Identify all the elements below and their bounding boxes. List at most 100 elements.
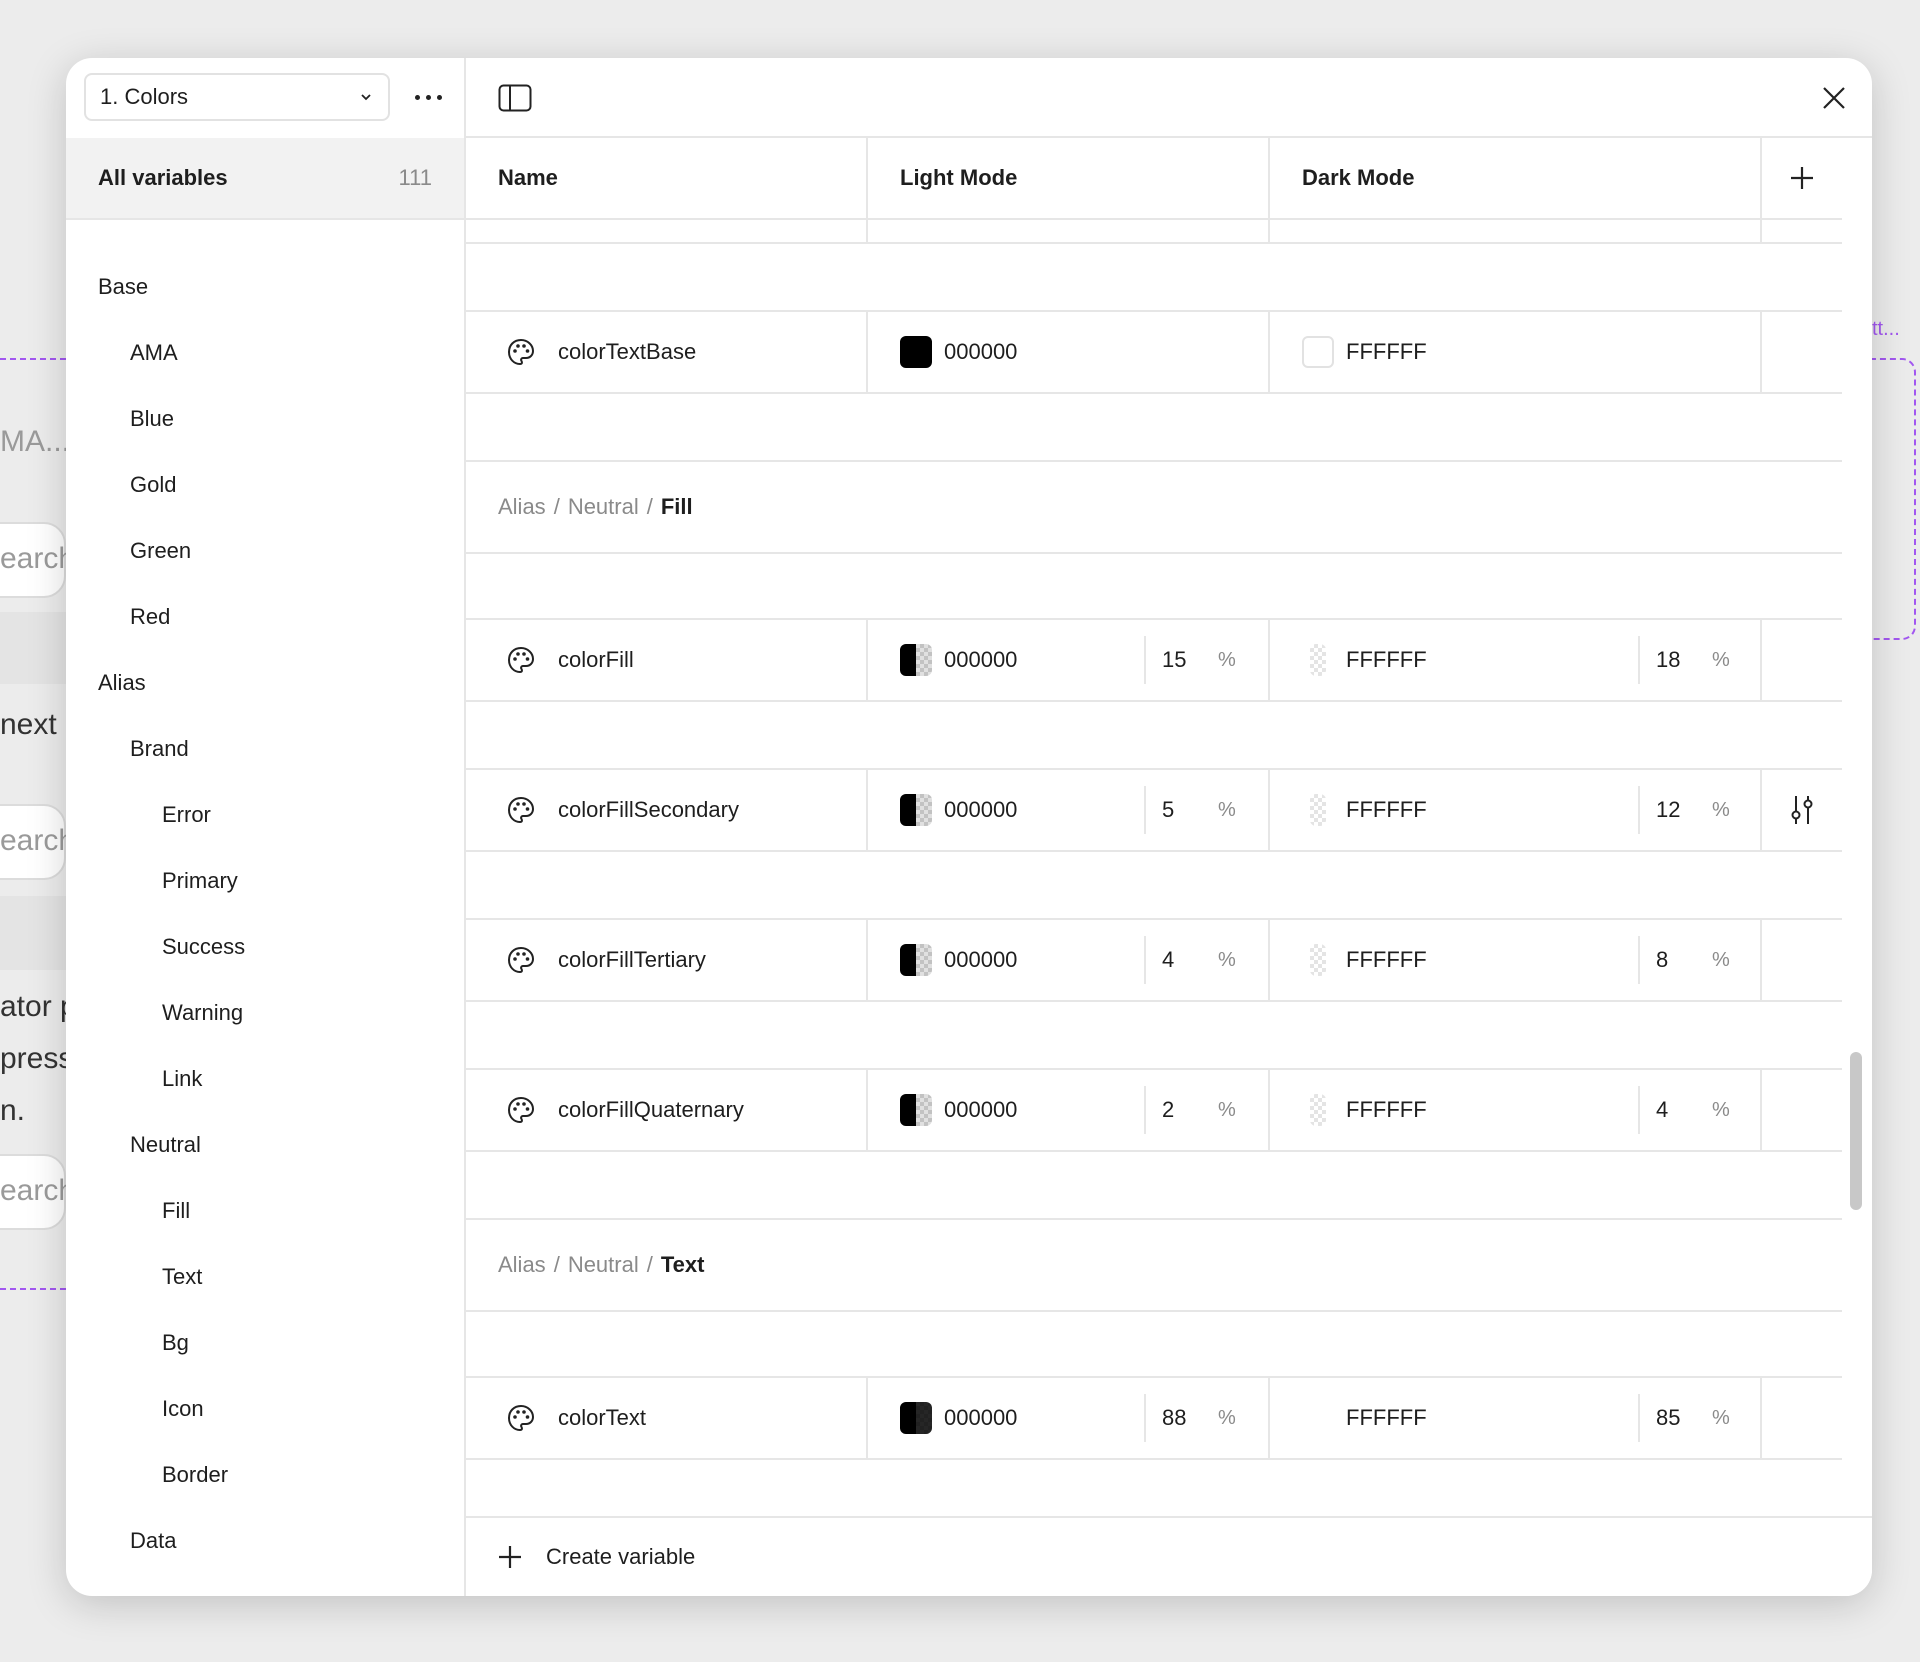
table-row[interactable]: colorFillTertiary 000000 4% FFFFFF 8% — [466, 920, 1842, 1002]
table-row[interactable]: colorFillSecondary 000000 5% FFFFFF 12% — [466, 770, 1842, 852]
more-icon-dot — [436, 94, 442, 100]
variable-name-cell[interactable]: colorFill — [466, 620, 868, 700]
color-swatch[interactable] — [1302, 336, 1334, 368]
color-swatch[interactable] — [1310, 944, 1326, 976]
opacity-field[interactable]: 85% — [1638, 1394, 1758, 1442]
dark-value-cell[interactable]: FFFFFF — [1270, 312, 1762, 392]
close-icon[interactable] — [1818, 82, 1850, 114]
row-actions — [1762, 312, 1842, 392]
tree-item-red[interactable]: Red — [66, 584, 464, 650]
color-swatch[interactable] — [1310, 794, 1326, 826]
tree-item-fill[interactable]: Fill — [66, 1178, 464, 1244]
add-mode-button[interactable] — [1762, 138, 1842, 218]
tree-item-green[interactable]: Green — [66, 518, 464, 584]
color-swatch[interactable] — [900, 944, 932, 976]
hex-value: FFFFFF — [1346, 339, 1427, 364]
variable-name-cell[interactable]: colorFillSecondary — [466, 770, 868, 850]
column-header-light-mode[interactable]: Light Mode — [868, 138, 1270, 218]
light-value-cell[interactable]: 000000 15% — [868, 620, 1270, 700]
color-swatch[interactable] — [900, 794, 932, 826]
dark-value-cell[interactable]: FFFFFF 18% — [1270, 620, 1762, 700]
light-value-cell[interactable]: 000000 4% — [868, 920, 1270, 1000]
opacity-value: 8 — [1656, 947, 1669, 972]
hex-value: FFFFFF — [1346, 1097, 1427, 1122]
group-path-part: Neutral — [567, 494, 639, 519]
tree-item-brand[interactable]: Brand — [66, 716, 464, 782]
tree-item-link[interactable]: Link — [66, 1046, 464, 1112]
dark-value-cell[interactable]: FFFFFF 8% — [1270, 920, 1762, 1000]
tree-item-base[interactable]: Base — [66, 254, 464, 320]
tree-item-error[interactable]: Error — [66, 782, 464, 848]
opacity-field[interactable]: 88% — [1144, 1394, 1264, 1442]
opacity-field[interactable]: 18% — [1638, 636, 1758, 684]
opacity-field[interactable]: 12% — [1638, 786, 1758, 834]
color-swatch[interactable] — [900, 1094, 932, 1126]
tree-item-text[interactable]: Text — [66, 1244, 464, 1310]
create-variable-button[interactable]: Create variable — [466, 1516, 1872, 1596]
variable-name-cell[interactable]: colorTextBase — [466, 312, 868, 392]
opacity-field[interactable]: 4% — [1638, 1086, 1758, 1134]
palette-icon — [507, 796, 535, 824]
dark-value-cell[interactable]: FFFFFF 4% — [1270, 1070, 1762, 1150]
tree-item-alias[interactable]: Alias — [66, 650, 464, 716]
tree-item-gold[interactable]: Gold — [66, 452, 464, 518]
opacity-field[interactable]: 5% — [1144, 786, 1264, 834]
palette-icon — [507, 946, 535, 974]
tree-item-icon[interactable]: Icon — [66, 1376, 464, 1442]
color-swatch[interactable] — [1310, 1094, 1326, 1126]
light-value-cell[interactable]: 000000 2% — [868, 1070, 1270, 1150]
variable-name: colorText — [558, 1405, 647, 1430]
variable-name-cell[interactable]: colorFillQuaternary — [466, 1070, 868, 1150]
more-options-button[interactable] — [408, 78, 448, 116]
group-title: Alias / Neutral / Text — [466, 1220, 1842, 1312]
row-actions — [1762, 770, 1842, 850]
opacity-field[interactable]: 15% — [1144, 636, 1264, 684]
light-value-cell[interactable]: 000000 5% — [868, 770, 1270, 850]
tree-item-warning[interactable]: Warning — [66, 980, 464, 1046]
column-header-dark-mode[interactable]: Dark Mode — [1270, 138, 1762, 218]
group-title: Alias / Neutral / Fill — [466, 462, 1842, 554]
sidebar-toggle-icon[interactable] — [498, 84, 532, 112]
opacity-field[interactable]: 2% — [1144, 1086, 1264, 1134]
color-swatch[interactable] — [1310, 644, 1326, 676]
opacity-field[interactable]: 8% — [1638, 936, 1758, 984]
all-variables-label: All variables — [98, 165, 228, 190]
group-path-separator: / — [646, 1252, 653, 1277]
variable-name: colorFill — [558, 647, 634, 672]
table-row[interactable]: colorFillQuaternary 000000 2% FFFFFF 4% — [466, 1070, 1842, 1152]
percent-sign: % — [1712, 1098, 1730, 1121]
variable-name-cell[interactable]: colorFillTertiary — [466, 920, 868, 1000]
color-swatch[interactable] — [900, 1402, 932, 1434]
hex-value: FFFFFF — [1346, 1405, 1427, 1430]
light-value-cell[interactable]: 000000 — [868, 312, 1270, 392]
adjust-icon[interactable] — [1787, 794, 1817, 826]
tree-item-primary[interactable]: Primary — [66, 848, 464, 914]
color-swatch[interactable] — [1310, 1402, 1326, 1434]
row-actions — [1762, 620, 1842, 700]
bg-text: n. — [0, 1094, 26, 1127]
all-variables-item[interactable]: All variables 111 — [66, 138, 464, 220]
opacity-value: 18 — [1656, 647, 1681, 672]
variable-name-cell[interactable]: colorText — [466, 1378, 868, 1458]
table-row[interactable]: colorTextBase 000000 FFFFFF — [466, 312, 1842, 394]
color-swatch[interactable] — [900, 336, 932, 368]
dark-value-cell[interactable]: FFFFFF 85% — [1270, 1378, 1762, 1458]
tree-item-success[interactable]: Success — [66, 914, 464, 980]
opacity-value: 15 — [1162, 647, 1187, 672]
light-value-cell[interactable]: 000000 88% — [868, 1378, 1270, 1458]
tree-item-bg[interactable]: Bg — [66, 1310, 464, 1376]
opacity-field[interactable]: 4% — [1144, 936, 1264, 984]
table-row[interactable]: colorFill 000000 15% FFFFFF 18% — [466, 620, 1842, 702]
tree-item-neutral[interactable]: Neutral — [66, 1112, 464, 1178]
color-swatch[interactable] — [900, 644, 932, 676]
row-actions — [1762, 1378, 1842, 1458]
tree-item-blue[interactable]: Blue — [66, 386, 464, 452]
collection-select[interactable]: 1. Colors — [84, 73, 390, 121]
dark-value-cell[interactable]: FFFFFF 12% — [1270, 770, 1762, 850]
table-row[interactable]: colorText 000000 88% FFFFFF 85% — [466, 1378, 1842, 1460]
tree-item-ama[interactable]: AMA — [66, 320, 464, 386]
tree-item-data[interactable]: Data — [66, 1508, 464, 1574]
vertical-scrollbar[interactable] — [1850, 1052, 1862, 1210]
bg-text: press — [0, 1042, 74, 1075]
tree-item-border[interactable]: Border — [66, 1442, 464, 1508]
